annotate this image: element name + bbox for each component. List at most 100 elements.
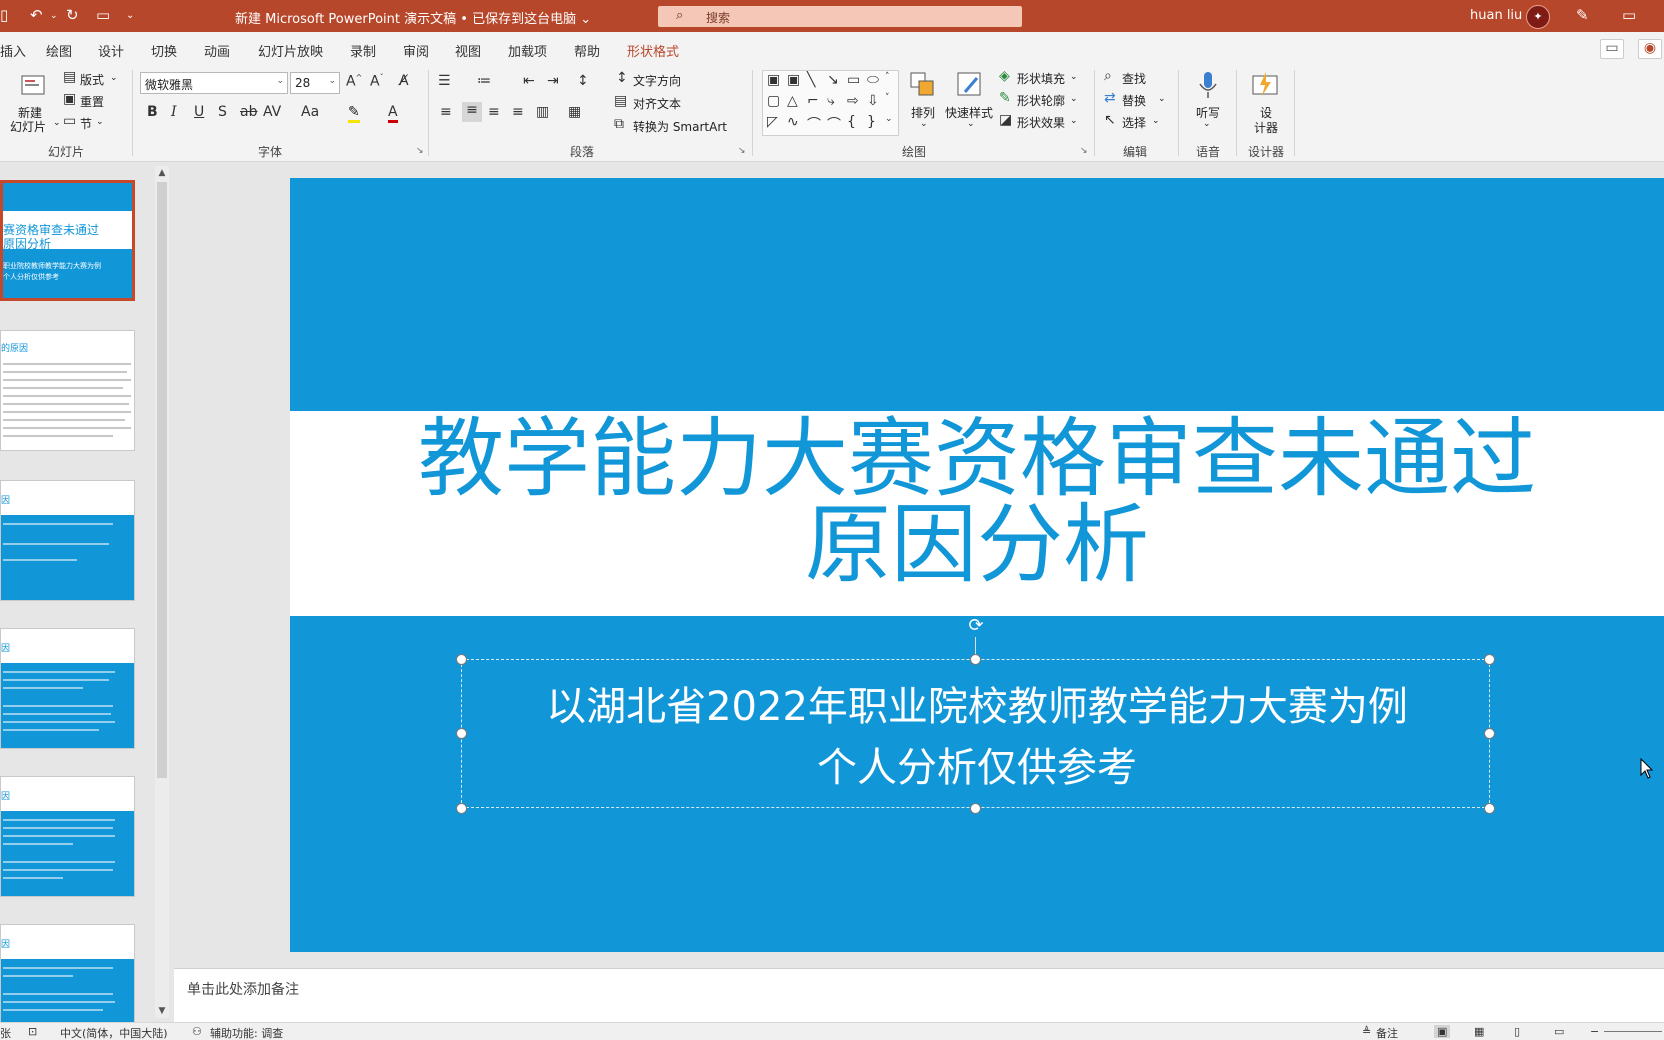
comments-icon[interactable]: ▭ — [1600, 39, 1624, 59]
find-icon[interactable]: ⌕ — [1104, 68, 1112, 84]
bold-button[interactable]: B — [147, 104, 158, 120]
notes-placeholder[interactable]: 单击此处添加备注 — [187, 979, 299, 999]
smartart-icon[interactable]: ⧉ — [614, 116, 624, 132]
italic-button[interactable]: I — [171, 104, 177, 120]
accessibility-status[interactable]: 辅助功能: 调查 — [210, 1025, 283, 1040]
arc-shape-icon[interactable]: ⌒ — [827, 114, 841, 134]
dialog-launcher-icon[interactable]: ↘ — [416, 146, 424, 156]
designer-label-2[interactable]: 计器 — [1254, 119, 1278, 136]
undo-icon[interactable]: ↶ — [30, 6, 43, 24]
numbering-icon[interactable]: ≔ — [477, 73, 491, 89]
align-left-icon[interactable]: ≡ — [440, 104, 452, 120]
underline-button[interactable]: U — [194, 104, 204, 120]
replace-icon[interactable]: ⇄ — [1104, 90, 1116, 106]
shape-outline-button[interactable]: 形状轮廓 — [1017, 92, 1065, 109]
rounded-rect-shape-icon[interactable]: ▢ — [767, 93, 780, 109]
bullets-icon[interactable]: ☰ — [438, 73, 451, 89]
distributed-icon[interactable]: ▥ — [536, 104, 549, 120]
down-arrow-shape-icon[interactable]: ⇩ — [867, 93, 879, 109]
designer-icon[interactable] — [1250, 70, 1280, 100]
tab-help[interactable]: 帮助 — [574, 41, 600, 60]
tab-design[interactable]: 设计 — [98, 41, 124, 60]
shape-effects-icon[interactable]: ◪ — [999, 112, 1012, 128]
gallery-down-icon[interactable]: ˅ — [885, 93, 890, 103]
arrange-icon[interactable] — [908, 70, 938, 100]
resize-handle[interactable] — [456, 654, 467, 665]
line-shape-icon[interactable]: ╲ — [807, 72, 815, 88]
align-right-icon[interactable]: ≡ — [488, 104, 500, 120]
slide-sorter-icon[interactable]: ▦ — [1474, 1025, 1484, 1038]
slide[interactable]: 教学能力大赛资格审查未通过 原因分析 ⟳ 以湖北省2022年职业院校教师教学能力… — [290, 178, 1664, 952]
resize-handle[interactable] — [456, 803, 467, 814]
notes-toggle[interactable]: 备注 — [1376, 1025, 1398, 1040]
gallery-up-icon[interactable]: ˄ — [885, 72, 890, 82]
tab-shape-format[interactable]: 形状格式 — [627, 41, 679, 60]
resize-handle[interactable] — [970, 803, 981, 814]
zoom-out-icon[interactable]: − — [1590, 1025, 1599, 1038]
search-input[interactable]: ⌕ 搜索 — [658, 6, 1022, 27]
new-slide-dropdown-icon[interactable]: ⌄ — [53, 118, 61, 128]
undo-dropdown-icon[interactable]: ⌄ — [50, 11, 58, 21]
new-slide-label-2[interactable]: 幻灯片 — [10, 118, 46, 135]
thumbnail-scrollbar[interactable]: ▲ ▼ — [155, 166, 169, 1018]
microphone-icon[interactable] — [1193, 70, 1223, 100]
line-spacing-icon[interactable]: ↕ — [577, 73, 589, 89]
section-button[interactable]: 节 — [80, 115, 92, 132]
document-title[interactable]: 新建 Microsoft PowerPoint 演示文稿 • 已保存到这台电脑 … — [235, 8, 591, 27]
increase-font-size-icon[interactable]: A^ — [346, 73, 362, 90]
tab-view[interactable]: 视图 — [455, 41, 481, 60]
change-case-icon[interactable]: Aa — [301, 104, 319, 120]
slide-thumbnail-3[interactable]: 因 — [0, 480, 135, 601]
zoom-slider[interactable] — [1604, 1031, 1662, 1032]
tab-animations[interactable]: 动画 — [204, 41, 230, 60]
oval-shape-icon[interactable]: ⬭ — [867, 72, 879, 88]
align-center-icon[interactable]: ≡ — [462, 102, 482, 122]
dialog-launcher-icon[interactable]: ↘ — [1080, 146, 1088, 156]
resize-handle[interactable] — [1484, 803, 1495, 814]
elbow-connector-shape-icon[interactable]: ⌐ — [807, 93, 819, 109]
notes-icon[interactable]: ≜ — [1362, 1025, 1371, 1038]
slide-thumbnail-2[interactable]: 的原因 — [0, 330, 135, 451]
resize-handle[interactable] — [1484, 654, 1495, 665]
select-button[interactable]: 选择 — [1122, 114, 1146, 131]
gallery-more-icon[interactable]: ⌄ — [885, 114, 893, 124]
elbow-arrow-shape-icon[interactable]: ⤷ — [827, 93, 835, 109]
accessibility-icon[interactable]: ⚇ — [192, 1025, 202, 1038]
shape-fill-icon[interactable]: ◈ — [999, 68, 1010, 84]
tab-slideshow[interactable]: 幻灯片放映 — [258, 41, 323, 60]
strikethrough-button[interactable]: ab — [240, 104, 257, 120]
record-icon[interactable]: ◉ — [1638, 39, 1662, 59]
dialog-launcher-icon[interactable]: ↘ — [738, 146, 746, 156]
save-icon[interactable]: ▯ — [0, 6, 8, 24]
reset-icon[interactable]: ▣ — [63, 91, 76, 107]
highlight-icon[interactable]: ✎ — [348, 104, 360, 123]
reading-view-icon[interactable]: ▯ — [1514, 1025, 1520, 1038]
font-color-icon[interactable]: A — [388, 104, 398, 123]
tab-transitions[interactable]: 切换 — [151, 41, 177, 60]
customize-quick-access-icon[interactable]: ⌄ — [126, 10, 134, 21]
tab-insert[interactable]: 插入 — [0, 41, 26, 60]
text-direction-button[interactable]: 文字方向 — [633, 72, 681, 89]
pen-icon[interactable]: ✎ — [1576, 6, 1589, 24]
select-icon[interactable]: ↖ — [1104, 112, 1116, 128]
section-icon[interactable]: ▭ — [63, 113, 76, 129]
text-direction-icon[interactable]: ↕ — [616, 70, 628, 86]
avatar[interactable]: ✦ — [1526, 5, 1550, 29]
tab-draw[interactable]: 绘图 — [46, 41, 72, 60]
shape-effects-button[interactable]: 形状效果 — [1017, 114, 1065, 131]
decrease-indent-icon[interactable]: ⇤ — [523, 73, 535, 89]
normal-view-icon[interactable]: ▣ — [1434, 1025, 1451, 1038]
new-slide-icon[interactable] — [18, 70, 48, 100]
clear-formatting-icon[interactable]: A̸ — [399, 73, 409, 89]
freeform-shape-icon[interactable]: ◸ — [767, 114, 778, 130]
textbox-shape-icon[interactable]: ▣ — [767, 72, 780, 88]
scrollbar-thumb[interactable] — [157, 182, 167, 778]
triangle-shape-icon[interactable]: △ — [787, 93, 798, 109]
scroll-up-icon[interactable]: ▲ — [155, 166, 169, 180]
shape-outline-icon[interactable]: ✎ — [999, 90, 1011, 106]
scroll-down-icon[interactable]: ▼ — [155, 1004, 169, 1018]
user-name[interactable]: huan liu — [1470, 8, 1522, 23]
tab-addins[interactable]: 加载项 — [508, 41, 547, 60]
present-from-start-icon[interactable]: ▭ — [96, 6, 110, 24]
slide-thumbnail-4[interactable]: 因 — [0, 628, 135, 749]
